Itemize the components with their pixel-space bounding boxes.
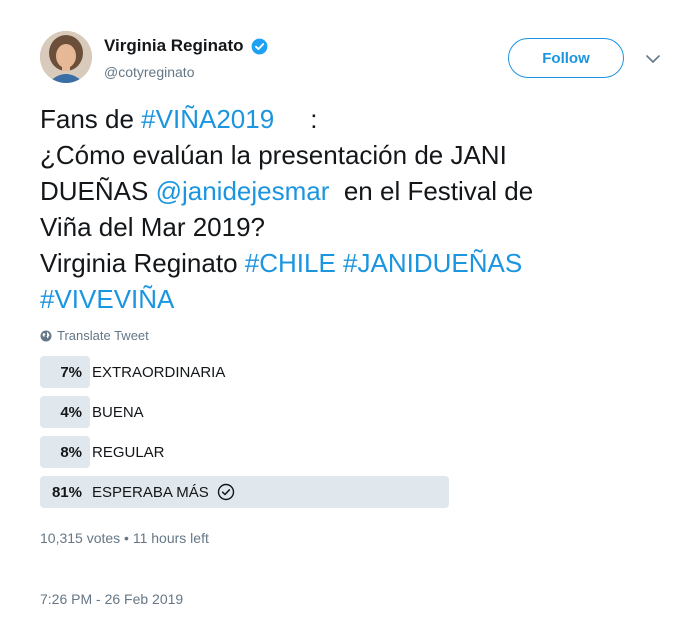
author-name[interactable]: Virginia Reginato	[104, 36, 244, 56]
verified-badge-icon	[251, 38, 267, 54]
hashtag-vina2019[interactable]: #VIÑA2019	[141, 104, 274, 134]
poll-percent: 7%	[60, 363, 82, 381]
poll-label: EXTRAORDINARIA	[92, 363, 226, 381]
translate-label: Translate Tweet	[57, 328, 149, 343]
text-fragment	[336, 248, 343, 278]
poll-option: 7% EXTRAORDINARIA	[40, 356, 545, 388]
translate-tweet-link[interactable]: Translate Tweet	[40, 328, 149, 343]
poll-option: 4% BUENA	[40, 396, 545, 428]
poll-meta: 10,315 votes • 11 hours left	[40, 530, 209, 546]
tweet-text: Fans de #VIÑA2019 : ¿Cómo evalúan la pre…	[40, 101, 640, 317]
text-fragment: Fans de	[40, 104, 142, 134]
text-fragment: Viña del Mar 2019?	[40, 212, 266, 242]
hashtag-viveviña[interactable]: #VIVEVIÑA	[40, 284, 174, 314]
avatar[interactable]	[40, 31, 92, 83]
author-handle[interactable]: @cotyreginato	[104, 64, 194, 80]
poll-label: REGULAR	[92, 443, 165, 461]
tweet-timestamp[interactable]: 7:26 PM - 26 Feb 2019	[40, 591, 183, 607]
poll-option: 8% REGULAR	[40, 436, 545, 468]
mention-janidejesmar[interactable]: @janidejesmar	[156, 176, 330, 206]
poll-percent: 81%	[51, 483, 82, 501]
text-fragment: :	[274, 104, 318, 134]
poll-percent: 8%	[60, 443, 82, 461]
text-fragment: DUEÑAS	[40, 176, 156, 206]
chevron-down-icon[interactable]	[644, 50, 662, 68]
globe-icon	[40, 330, 52, 341]
poll-label: ESPERABA MÁS	[92, 483, 209, 501]
avatar-image	[40, 31, 92, 83]
tweet-card: Virginia Reginato @cotyreginato Follow F…	[0, 0, 700, 618]
text-fragment: ¿Cómo evalúan la presentación de JANI	[40, 140, 507, 170]
author-name-row: Virginia Reginato	[104, 36, 269, 56]
hashtag-chile[interactable]: #CHILE	[245, 248, 336, 278]
follow-button[interactable]: Follow	[508, 38, 624, 78]
check-circle-icon	[217, 483, 234, 501]
poll-percent: 4%	[60, 403, 82, 421]
poll-option: 81% ESPERABA MÁS	[40, 476, 545, 508]
poll-label: BUENA	[92, 403, 144, 421]
poll: 7% EXTRAORDINARIA 4% BUENA 8% REGULAR 81…	[40, 356, 545, 516]
text-fragment: Virginia Reginato	[40, 248, 245, 278]
text-fragment: en el Festival de	[329, 176, 534, 206]
hashtag-janiduenas[interactable]: #JANIDUEÑAS	[343, 248, 522, 278]
